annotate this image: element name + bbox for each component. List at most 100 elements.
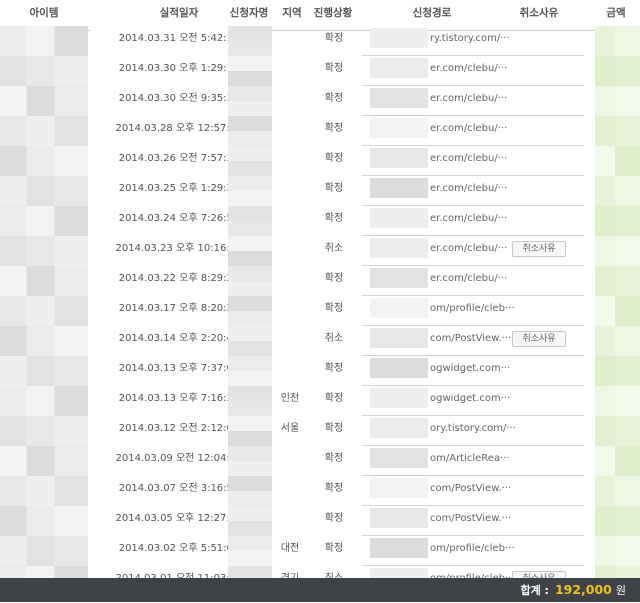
- path-link[interactable]: er.com/clebu/···: [430, 93, 507, 104]
- path-link[interactable]: er.com/clebu/···: [430, 273, 507, 284]
- amount-cell-obscured: [595, 176, 640, 206]
- amount-cell-obscured: [595, 266, 640, 296]
- path-cell[interactable]: er.com/clebu/···: [362, 206, 584, 236]
- status-cell: 확정: [324, 153, 344, 164]
- amount-cell-obscured: [595, 506, 640, 536]
- region-cell: [272, 116, 308, 146]
- item-cell-obscured: [0, 476, 88, 506]
- region-cell: [272, 506, 308, 536]
- applicant-cell-obscured: [228, 266, 272, 296]
- item-cell-obscured: [0, 446, 88, 476]
- amount-cell-obscured: [595, 416, 640, 446]
- amount-cell-obscured: [595, 326, 640, 356]
- path-link[interactable]: om/profile/cleb···: [430, 543, 515, 554]
- status-cell: 확정: [324, 393, 344, 404]
- item-cell-obscured: [0, 386, 88, 416]
- applicant-cell-obscured: [228, 416, 272, 446]
- path-link[interactable]: ory.tistory.com/···: [430, 423, 516, 434]
- path-cell[interactable]: er.com/clebu/···: [362, 86, 584, 116]
- region-cell: [272, 266, 308, 296]
- applicant-cell-obscured: [228, 86, 272, 116]
- table-row: 2014.03.30 오전 9:35:37 확정 er.com/clebu/···: [0, 86, 640, 117]
- path-prefix-obscured: [370, 58, 428, 78]
- table-row: 2014.03.14 오후 2:20:45 취소 com/PostView.··· 취…: [0, 326, 640, 357]
- amount-cell-obscured: [595, 26, 640, 56]
- amount-cell-obscured: [595, 236, 640, 266]
- item-cell-obscured: [0, 56, 88, 86]
- item-cell-obscured: [0, 416, 88, 446]
- path-link[interactable]: ry.tistory.com/···: [430, 33, 510, 44]
- region-cell: [272, 296, 308, 326]
- path-link[interactable]: com/PostView.···: [430, 333, 511, 344]
- status-cell: 확정: [324, 123, 344, 134]
- total-bar: 합계 : 192,000 원: [0, 578, 640, 602]
- applicant-cell-obscured: [228, 146, 272, 176]
- region-cell: [272, 146, 308, 176]
- path-link[interactable]: er.com/clebu/···: [430, 63, 507, 74]
- applicant-cell-obscured: [228, 506, 272, 536]
- region-cell: 인천: [280, 393, 300, 404]
- table-row: 2014.03.30 오후 1:29:18 확정 er.com/clebu/···: [0, 56, 640, 87]
- table-row: 2014.03.17 오후 8:20:21 확정 om/profile/cleb··…: [0, 296, 640, 327]
- status-cell: 확정: [324, 213, 344, 224]
- path-link[interactable]: com/PostView.···: [430, 513, 511, 524]
- path-cell[interactable]: er.com/clebu/···: [362, 116, 584, 146]
- item-cell-obscured: [0, 266, 88, 296]
- region-cell: [272, 26, 308, 56]
- status-cell: 확정: [324, 183, 344, 194]
- path-cell[interactable]: er.com/clebu/···: [362, 146, 584, 176]
- path-link[interactable]: ogwidget.com···: [430, 393, 510, 404]
- status-cell: 확정: [324, 483, 344, 494]
- region-cell: [272, 476, 308, 506]
- total-label: 합계 :: [520, 584, 549, 597]
- path-cell[interactable]: er.com/clebu/···: [362, 266, 584, 296]
- applicant-cell-obscured: [228, 176, 272, 206]
- cancel-reason-button[interactable]: 취소사유: [512, 331, 566, 347]
- path-link[interactable]: ogwidget.com···: [430, 363, 510, 374]
- path-cell[interactable]: om/ArticleRea···: [362, 446, 584, 476]
- path-prefix-obscured: [370, 508, 428, 528]
- path-cell[interactable]: er.com/clebu/···: [362, 176, 584, 206]
- path-cell[interactable]: ry.tistory.com/···: [362, 26, 584, 56]
- path-cell[interactable]: ogwidget.com···: [362, 356, 584, 386]
- path-cell[interactable]: ogwidget.com···: [362, 386, 584, 416]
- path-prefix-obscured: [370, 178, 428, 198]
- table-row: 2014.03.12 오전 2:12:02 서울 확정 ory.tistory.com…: [0, 416, 640, 447]
- path-link[interactable]: er.com/clebu/···: [430, 183, 507, 194]
- amount-cell-obscured: [595, 536, 640, 566]
- table-row: 2014.03.22 오후 8:29:22 확정 er.com/clebu/···: [0, 266, 640, 297]
- path-cell[interactable]: er.com/clebu/···: [362, 56, 584, 86]
- item-cell-obscured: [0, 506, 88, 536]
- table-row: 2014.03.07 오전 3:16:54 확정 com/PostView.···: [0, 476, 640, 507]
- total-unit: 원: [615, 584, 626, 597]
- path-link[interactable]: om/profile/cleb···: [430, 303, 515, 314]
- path-link[interactable]: er.com/clebu/···: [430, 153, 507, 164]
- cancel-reason-button[interactable]: 취소사유: [512, 241, 566, 257]
- status-cell: 확정: [324, 423, 344, 434]
- amount-cell-obscured: [595, 206, 640, 236]
- table-row: 2014.03.24 오후 7:26:58 확정 er.com/clebu/···: [0, 206, 640, 237]
- path-link[interactable]: er.com/clebu/···: [430, 123, 507, 134]
- status-cell: 확정: [324, 303, 344, 314]
- status-cell: 확정: [324, 513, 344, 524]
- item-cell-obscured: [0, 26, 88, 56]
- path-link[interactable]: com/PostView.···: [430, 483, 511, 494]
- table-row: 2014.03.25 오후 1:29:20 확정 er.com/clebu/···: [0, 176, 640, 207]
- item-cell-obscured: [0, 536, 88, 566]
- path-cell[interactable]: ory.tistory.com/···: [362, 416, 584, 446]
- path-cell[interactable]: om/profile/cleb···: [362, 296, 584, 326]
- applicant-cell-obscured: [228, 356, 272, 386]
- path-cell[interactable]: com/PostView.···: [362, 476, 584, 506]
- path-link[interactable]: om/ArticleRea···: [430, 453, 510, 464]
- path-link[interactable]: er.com/clebu/···: [430, 213, 507, 224]
- path-link[interactable]: er.com/clebu/···: [430, 243, 507, 254]
- path-prefix-obscured: [370, 328, 428, 348]
- table-row: 2014.03.02 오후 5:51:04 대전 확정 om/profile/cleb…: [0, 536, 640, 567]
- path-cell[interactable]: om/profile/cleb···: [362, 536, 584, 566]
- path-cell[interactable]: com/PostView.···: [362, 506, 584, 536]
- applicant-cell-obscured: [228, 386, 272, 416]
- region-cell: [272, 326, 308, 356]
- status-cell: 확정: [324, 93, 344, 104]
- applicant-cell-obscured: [228, 296, 272, 326]
- status-cell: 취소: [324, 333, 344, 344]
